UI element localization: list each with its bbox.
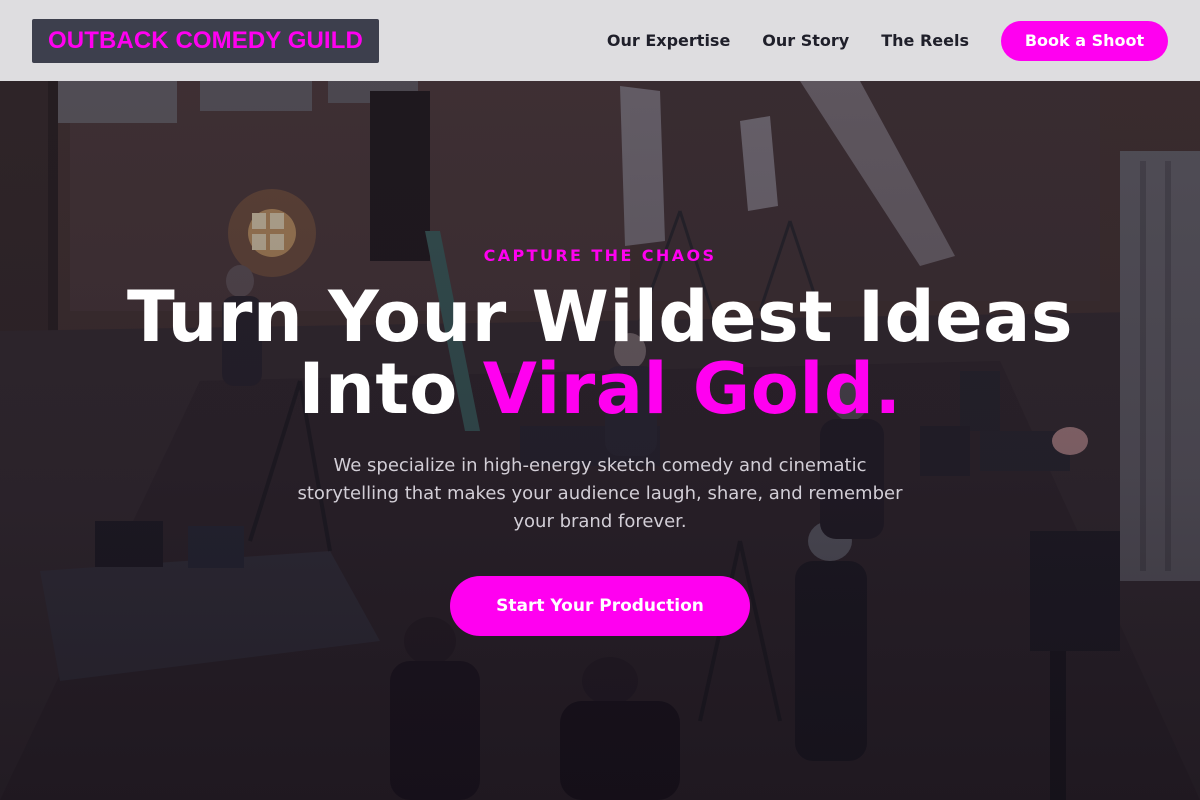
hero-eyebrow: CAPTURE THE CHAOS — [483, 246, 717, 265]
nav-link-the-reels[interactable]: The Reels — [881, 31, 969, 50]
start-your-production-button[interactable]: Start Your Production — [450, 576, 750, 636]
nav-link-our-story[interactable]: Our Story — [762, 31, 849, 50]
book-a-shoot-button[interactable]: Book a Shoot — [1001, 20, 1168, 61]
nav-link-our-expertise[interactable]: Our Expertise — [607, 31, 730, 50]
brand-logo[interactable]: OUTBACK COMEDY GUILD — [32, 18, 379, 63]
main-nav: Our Expertise Our Story The Reels Book a… — [607, 20, 1168, 61]
headline-accent: Viral Gold. — [482, 348, 902, 430]
site-header: OUTBACK COMEDY GUILD Our Expertise Our S… — [0, 0, 1200, 81]
headline-line-2-prefix: Into — [298, 348, 483, 430]
hero-overlay — [0, 81, 1200, 800]
hero-subtext: We specialize in high-energy sketch come… — [297, 455, 903, 532]
hero-headline: Turn Your Wildest Ideas Into Viral Gold. — [0, 281, 1200, 425]
headline-line-1: Turn Your Wildest Ideas — [126, 276, 1073, 358]
hero-section: CAPTURE THE CHAOS Turn Your Wildest Idea… — [0, 81, 1200, 800]
